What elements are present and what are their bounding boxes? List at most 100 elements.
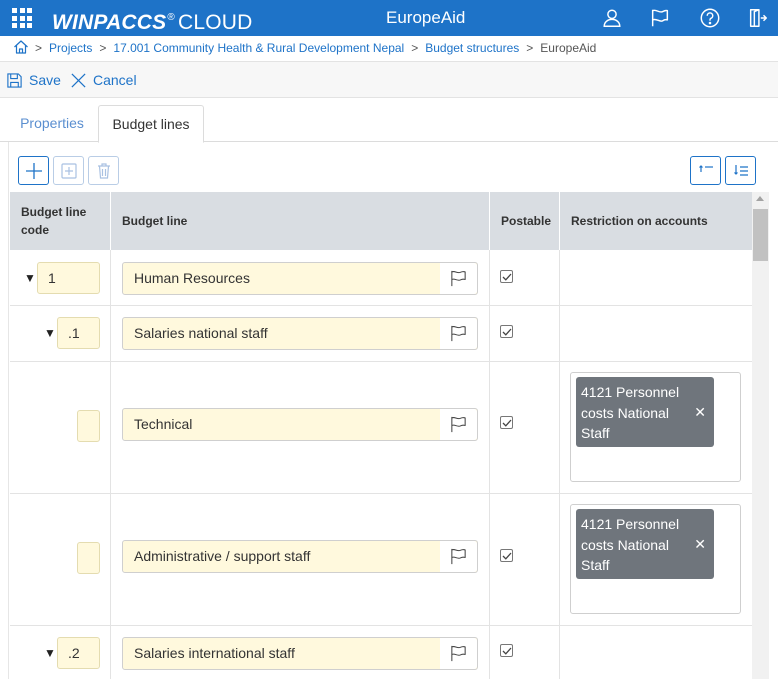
tab-bar: Properties Budget lines [0, 105, 778, 143]
postable-checkbox[interactable] [500, 549, 513, 562]
logout-icon[interactable] [747, 7, 769, 29]
brand-registered: ® [167, 12, 175, 23]
code-input[interactable]: .1 [57, 317, 100, 349]
delete-icon [97, 162, 110, 179]
name-input[interactable]: Administrative / support staff [123, 541, 441, 572]
postable-checkbox[interactable] [500, 416, 513, 429]
grid-header: Budget line code Budget line Postable Re… [10, 192, 752, 250]
panel-border [8, 142, 9, 679]
translate-button[interactable] [440, 318, 477, 349]
breadcrumb-separator: > [99, 41, 107, 55]
flag-icon [451, 416, 466, 433]
flag-icon [451, 548, 466, 565]
delete-button[interactable] [88, 156, 119, 185]
name-field: Technical [122, 408, 478, 441]
translate-button[interactable] [440, 263, 477, 294]
brand-bold: WINPACCS [52, 11, 167, 34]
check-icon [502, 647, 512, 655]
save-label: Save [29, 72, 61, 88]
vertical-scrollbar[interactable] [752, 192, 769, 679]
name-input[interactable]: Salaries national staff [123, 318, 441, 349]
check-icon [502, 328, 512, 336]
postable-checkbox[interactable] [500, 325, 513, 338]
cancel-button[interactable]: Cancel [70, 62, 137, 98]
cancel-icon [71, 72, 86, 88]
remove-tag-icon[interactable]: ✕ [694, 534, 706, 555]
account-tag-label: 4121 Personnel costs National Staff [581, 384, 680, 441]
add-child-icon [60, 162, 77, 179]
check-icon [502, 419, 512, 427]
name-input[interactable]: Human Resources [123, 263, 441, 294]
add-child-button[interactable] [53, 156, 84, 185]
breadcrumb-projects[interactable]: Projects [49, 41, 92, 55]
page-context-title: EuropeAid [386, 8, 466, 27]
translate-button[interactable] [440, 541, 477, 572]
collapse-all-icon [698, 164, 713, 172]
breadcrumb-project[interactable]: 17.001 Community Health & Rural Developm… [113, 41, 404, 55]
flag-icon[interactable] [649, 7, 671, 29]
tab-budget-lines[interactable]: Budget lines [98, 105, 204, 143]
header-budget-line[interactable]: Budget line [111, 192, 490, 250]
name-field: Human Resources [122, 262, 478, 295]
scroll-thumb[interactable] [753, 209, 768, 261]
expand-all-button[interactable] [725, 156, 756, 185]
code-input[interactable]: 1 [37, 262, 100, 294]
collapse-all-button[interactable] [690, 156, 721, 185]
expand-toggle[interactable]: ▼ [44, 326, 56, 340]
user-icon[interactable] [601, 7, 623, 29]
breadcrumb-budget-structures[interactable]: Budget structures [425, 41, 519, 55]
account-tag-label: 4121 Personnel costs National Staff [581, 516, 680, 573]
code-input[interactable]: .2 [57, 637, 100, 669]
app-logo[interactable]: WINPACCS® CLOUD [52, 5, 252, 36]
breadcrumb-current: EuropeAid [540, 41, 597, 55]
table-row: ▼ .2 Salaries international staff [10, 626, 752, 679]
add-icon [25, 162, 42, 179]
breadcrumb-separator: > [411, 41, 419, 55]
save-button[interactable]: Save [6, 62, 61, 98]
translate-button[interactable] [440, 409, 477, 440]
translate-button[interactable] [440, 638, 477, 669]
code-input[interactable] [77, 410, 100, 442]
header-postable[interactable]: Postable [490, 192, 560, 250]
action-toolbar: Save Cancel [0, 62, 778, 98]
expand-toggle[interactable]: ▼ [44, 646, 56, 660]
breadcrumb-separator: > [526, 41, 534, 55]
table-row: Administrative / support staff 4121 Pers… [10, 494, 752, 626]
name-input[interactable]: Salaries international staff [123, 638, 441, 669]
save-icon [7, 72, 22, 88]
cancel-label: Cancel [93, 72, 137, 88]
scroll-up-icon[interactable] [756, 196, 764, 201]
code-input[interactable] [77, 542, 100, 574]
name-field: Administrative / support staff [122, 540, 478, 573]
remove-tag-icon[interactable]: ✕ [694, 402, 706, 423]
restriction-multiselect[interactable]: 4121 Personnel costs National Staff ✕ [570, 504, 741, 614]
check-icon [502, 552, 512, 560]
add-button[interactable] [18, 156, 49, 185]
postable-checkbox[interactable] [500, 270, 513, 283]
tab-properties[interactable]: Properties [10, 105, 94, 142]
brand-light: CLOUD [177, 11, 253, 34]
name-input[interactable]: Technical [123, 409, 441, 440]
table-row: Technical 4121 Personnel costs National … [10, 362, 752, 494]
table-row: ▼ 1 Human Resources [10, 250, 752, 306]
flag-icon [451, 270, 466, 287]
apps-grid-icon[interactable] [12, 8, 32, 28]
home-icon[interactable] [13, 39, 29, 55]
header-budget-line-code[interactable]: Budget line code [10, 192, 111, 250]
flag-icon [451, 645, 466, 662]
expand-toggle[interactable]: ▼ [24, 271, 36, 285]
expand-all-icon [733, 164, 748, 176]
restriction-multiselect[interactable]: 4121 Personnel costs National Staff ✕ [570, 372, 741, 482]
postable-checkbox[interactable] [500, 644, 513, 657]
name-field: Salaries international staff [122, 637, 478, 670]
budget-lines-panel: Budget line code Budget line Postable Re… [0, 142, 778, 679]
check-icon [502, 273, 512, 281]
help-icon[interactable] [699, 7, 721, 29]
breadcrumb-trail: > Projects >17.001 Community Health & Rura… [35, 41, 596, 55]
flag-icon [451, 325, 466, 342]
top-bar: WINPACCS® CLOUD EuropeAid [0, 0, 778, 36]
header-restriction[interactable]: Restriction on accounts [560, 192, 752, 250]
name-field: Salaries national staff [122, 317, 478, 350]
breadcrumb: > Projects >17.001 Community Health & Rura… [0, 36, 778, 62]
table-row: ▼ .1 Salaries national staff [10, 306, 752, 362]
